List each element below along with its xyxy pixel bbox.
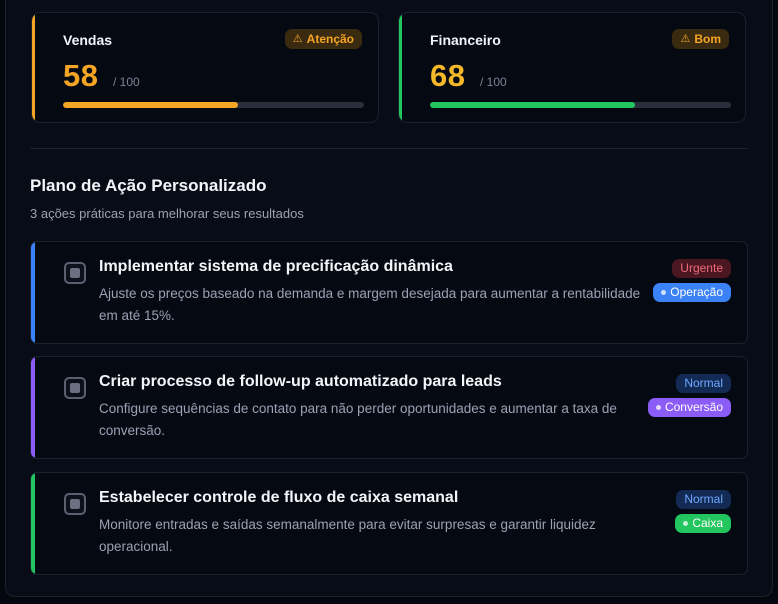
priority-badge: Urgente	[672, 259, 731, 278]
category-badge: Conversão	[647, 398, 731, 417]
action-plan-title: Plano de Ação Personalizado	[30, 176, 267, 195]
action-title: Implementar sistema de precificação dinâ…	[99, 258, 453, 275]
action-checkbox[interactable]	[64, 493, 86, 515]
priority-badge: Normal	[676, 374, 731, 393]
score-value: 58	[63, 58, 99, 93]
priority-label: Normal	[684, 492, 723, 506]
category-label: Conversão	[664, 400, 723, 414]
category-badge: Operação	[653, 283, 731, 302]
score-card-title: Financeiro	[430, 32, 501, 48]
score-progress-fill	[63, 102, 238, 108]
action-checkbox[interactable]	[64, 377, 86, 399]
status-badge: ⚠ Atenção	[284, 29, 362, 49]
score-value: 68	[430, 58, 466, 93]
action-item: Criar processo de follow-up automatizado…	[30, 356, 748, 459]
score-progress-bar	[63, 102, 364, 108]
score-card-vendas: Vendas ⚠ Atenção 58 / 100	[31, 12, 379, 123]
category-label: Operação	[670, 285, 723, 299]
priority-badge: Normal	[676, 490, 731, 509]
action-title: Estabelecer controle de fluxo de caixa s…	[99, 489, 459, 506]
action-item: Implementar sistema de precificação dinâ…	[30, 241, 748, 344]
dot-icon	[661, 290, 667, 295]
action-accent-bar	[31, 242, 35, 343]
score-progress-fill	[430, 102, 635, 108]
priority-label: Normal	[684, 376, 723, 390]
score-max: / 100	[480, 75, 507, 89]
action-plan-subtitle: 3 ações práticas para melhorar seus resu…	[30, 206, 304, 221]
action-description: Monitore entradas e saídas semanalmente …	[99, 517, 596, 554]
status-badge-label: Atenção	[306, 32, 354, 46]
card-accent-bar	[32, 13, 35, 122]
action-accent-bar	[31, 357, 35, 458]
category-badge: Caixa	[675, 514, 731, 533]
action-description: Ajuste os preços baseado na demanda e ma…	[99, 286, 641, 323]
status-badge: ⚠ Bom	[672, 29, 729, 49]
action-description: Configure sequências de contato para não…	[99, 401, 617, 438]
category-label: Caixa	[692, 516, 723, 530]
section-divider	[30, 148, 748, 149]
score-card-title: Vendas	[63, 32, 113, 48]
action-checkbox[interactable]	[64, 262, 86, 284]
score-card-financeiro: Financeiro ⚠ Bom 68 / 100	[398, 12, 746, 123]
dot-icon	[655, 405, 661, 410]
warning-icon: ⚠	[292, 33, 303, 45]
action-item: Estabelecer controle de fluxo de caixa s…	[30, 472, 748, 575]
score-progress-bar	[430, 102, 731, 108]
priority-label: Urgente	[680, 261, 723, 275]
score-max: / 100	[113, 75, 140, 89]
status-badge-label: Bom	[694, 32, 721, 46]
dot-icon	[683, 521, 689, 526]
warning-icon: ⚠	[680, 33, 691, 45]
card-accent-bar	[399, 13, 402, 122]
action-accent-bar	[31, 473, 35, 574]
action-title: Criar processo de follow-up automatizado…	[99, 373, 502, 390]
